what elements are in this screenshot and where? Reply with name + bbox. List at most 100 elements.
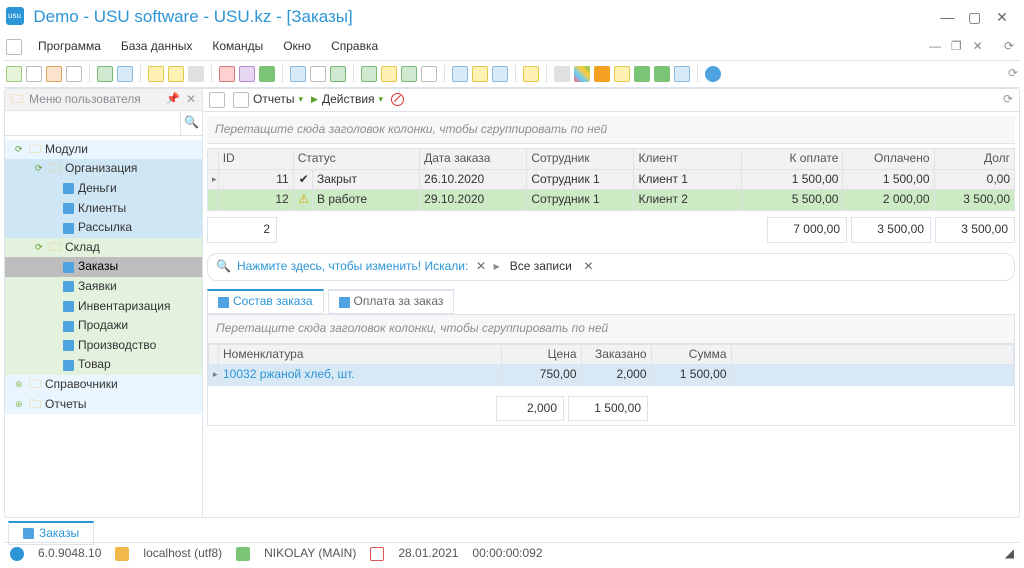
tree-requests[interactable]: Заявки: [5, 277, 202, 297]
tree-directories[interactable]: ⊕🗀Справочники: [5, 375, 202, 395]
tb-excel-icon[interactable]: [401, 66, 417, 82]
mdi-minimize-button[interactable]: —: [926, 39, 944, 55]
orders-totals: 2 7 000,00 3 500,00 3 500,00: [207, 217, 1015, 243]
tree-reports[interactable]: ⊕🗀Отчеты: [5, 395, 202, 415]
sidebar-header: 🗀 Меню пользователя 📌 ✕: [5, 89, 202, 112]
tb-filter2-icon[interactable]: [168, 66, 184, 82]
tb-grid-icon[interactable]: [330, 66, 346, 82]
mdi-restore-button[interactable]: ❐: [947, 39, 965, 55]
title-bar: Demo - USU software - USU.kz - [Заказы] …: [4, 4, 1020, 34]
menu-commands[interactable]: Команды: [202, 37, 273, 57]
main-toolbar: ⟳: [4, 61, 1020, 88]
maximize-button[interactable]: ▢: [963, 8, 987, 26]
tb-folder3-icon[interactable]: [492, 66, 508, 82]
close-button[interactable]: ✕: [990, 8, 1014, 26]
tree-inventory[interactable]: Инвентаризация: [5, 297, 202, 317]
orders-row[interactable]: ▸ 11 ✔ Закрыт 26.10.2020 Сотрудник 1 Кли…: [208, 169, 1015, 190]
total-count: 2: [207, 217, 277, 243]
sidebar-search-input[interactable]: [5, 111, 180, 135]
tree-organization[interactable]: ⟳🗀Организация: [5, 159, 202, 179]
tab-order-payment[interactable]: Оплата за заказ: [328, 289, 455, 314]
sidebar-search: 🔍: [5, 111, 202, 136]
tb-image-icon[interactable]: [239, 66, 255, 82]
tab-order-content[interactable]: Состав заказа: [207, 289, 324, 314]
tree-orders[interactable]: Заказы: [5, 257, 202, 277]
tree-production[interactable]: Производство: [5, 336, 202, 356]
tb-color-icon[interactable]: [574, 66, 590, 82]
status-inprogress-icon: ⚠: [298, 192, 310, 208]
filter-search-icon: 🔍: [216, 259, 231, 275]
status-info-icon[interactable]: [10, 547, 24, 561]
tb-pin-icon[interactable]: [523, 66, 539, 82]
tree-sales[interactable]: Продажи: [5, 316, 202, 336]
tb-lock-icon[interactable]: [614, 66, 630, 82]
mdi-close-button[interactable]: ✕: [969, 39, 987, 55]
tb-clean-icon[interactable]: [674, 66, 690, 82]
orders-header[interactable]: ID Статус Дата заказа Сотрудник Клиент К…: [208, 149, 1015, 170]
tb-window-icon[interactable]: [310, 66, 326, 82]
lines-row[interactable]: ▸ 10032 ржаной хлеб, шт. 750,00 2,000 1 …: [209, 365, 1014, 386]
tb-layout-icon[interactable]: [290, 66, 306, 82]
tb-search-icon[interactable]: [117, 66, 133, 82]
tree-modules[interactable]: ⟳🗀Модули: [5, 140, 202, 160]
status-version: 6.0.9048.10: [38, 546, 101, 562]
status-db: localhost (utf8): [143, 546, 222, 562]
tb-folder2-icon[interactable]: [472, 66, 488, 82]
tb-exit-icon[interactable]: [259, 66, 275, 82]
tree-clients[interactable]: Клиенты: [5, 199, 202, 219]
sidebar-close-icon[interactable]: ✕: [186, 92, 196, 108]
group-hint-lines[interactable]: Перетащите сюда заголовок колонки, чтобы…: [208, 315, 1014, 344]
filter-chip-close-icon[interactable]: ×: [582, 257, 595, 278]
filter-clear-icon[interactable]: ×: [474, 257, 487, 278]
tb-users-icon[interactable]: [654, 66, 670, 82]
orders-grid[interactable]: ID Статус Дата заказа Сотрудник Клиент К…: [207, 148, 1015, 211]
tb-add-icon[interactable]: [361, 66, 377, 82]
tree-goods[interactable]: Товар: [5, 355, 202, 375]
search-icon[interactable]: 🔍: [180, 111, 202, 135]
tb-copy-icon[interactable]: [66, 66, 82, 82]
tree-money[interactable]: Деньги: [5, 179, 202, 199]
tab-icon: [23, 528, 34, 539]
menu-program[interactable]: Программа: [28, 37, 111, 57]
group-hint[interactable]: Перетащите сюда заголовок колонки, чтобы…: [207, 116, 1015, 145]
tb-info-icon[interactable]: [705, 66, 721, 82]
tb-refresh-icon[interactable]: [97, 66, 113, 82]
app-menu-icon[interactable]: [6, 39, 22, 55]
lines-header[interactable]: Номенклатура Цена Заказано Сумма: [209, 344, 1014, 365]
tb-rss-icon[interactable]: [594, 66, 610, 82]
tb-edit-icon[interactable]: [46, 66, 62, 82]
lines-grid[interactable]: Номенклатура Цена Заказано Сумма ▸ 10032…: [208, 344, 1014, 386]
orders-row[interactable]: 12 ⚠ В работе 29.10.2020 Сотрудник 1 Кли…: [208, 190, 1015, 211]
filter-prompt: Нажмите здесь, чтобы изменить! Искали:: [237, 259, 468, 275]
filter-chip[interactable]: Все записи: [506, 259, 576, 275]
tb-flag-icon[interactable]: [219, 66, 235, 82]
menu-help[interactable]: Справка: [321, 37, 388, 57]
menu-database[interactable]: База данных: [111, 37, 202, 57]
tb-folder1-icon[interactable]: [452, 66, 468, 82]
tree-mailing[interactable]: Рассылка: [5, 218, 202, 238]
panel-refresh-icon[interactable]: ⟳: [1003, 92, 1013, 108]
tb-filter-off-icon[interactable]: [188, 66, 204, 82]
mdi-refresh-icon[interactable]: ⟳: [1000, 39, 1018, 55]
tb-filter-icon[interactable]: [148, 66, 164, 82]
minimize-button[interactable]: —: [935, 8, 959, 26]
status-grip-icon[interactable]: ◢: [1005, 546, 1014, 562]
tb-user-icon[interactable]: [634, 66, 650, 82]
tb-refresh-right-icon[interactable]: ⟳: [1008, 66, 1018, 82]
sidebar-pin-icon[interactable]: 📌: [166, 92, 180, 106]
tree-warehouse[interactable]: ⟳🗀Склад: [5, 238, 202, 258]
filter-bar[interactable]: 🔍 Нажмите здесь, чтобы изменить! Искали:…: [207, 253, 1015, 282]
sidebar: 🗀 Меню пользователя 📌 ✕ 🔍 ⟳🗀Модули ⟳🗀Орг…: [5, 89, 203, 517]
stop-icon[interactable]: [391, 93, 404, 106]
menu-window[interactable]: Окно: [273, 37, 321, 57]
tb-gear-icon[interactable]: [554, 66, 570, 82]
tb-new-icon[interactable]: [6, 66, 22, 82]
panel-toolbar: Отчеты▾ ▶Действия▾ ⟳: [203, 89, 1019, 112]
sidebar-tree: ⟳🗀Модули ⟳🗀Организация Деньги Клиенты Ра…: [5, 136, 202, 517]
tb-open-icon[interactable]: [26, 66, 42, 82]
tb-note-icon[interactable]: [381, 66, 397, 82]
panel-menu-icon[interactable]: [209, 92, 225, 108]
tb-word-icon[interactable]: [421, 66, 437, 82]
actions-dropdown[interactable]: ▶Действия▾: [311, 92, 383, 108]
reports-dropdown[interactable]: Отчеты▾: [233, 92, 303, 108]
